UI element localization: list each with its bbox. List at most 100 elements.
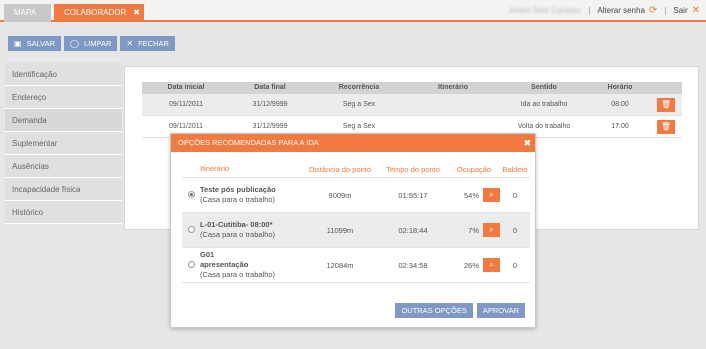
option-name: L-01-Cutitiba- 08:00* [200, 220, 273, 229]
save-label: SALVAR [26, 39, 56, 48]
delete-row-button[interactable]: 🗑 [657, 119, 675, 134]
exit-icon[interactable]: ✕ [692, 4, 700, 18]
other-options-button[interactable]: OUTRAS OPÇÕES [395, 303, 473, 318]
option-ocupacao-value: 54% [463, 190, 479, 200]
option-baldeio: 0 [512, 190, 518, 200]
table-header: Data inicial Data final Recorrência Itin… [142, 82, 682, 94]
option-itinerario: G01 apresentação (Casa para o trabalho) [200, 250, 302, 280]
refresh-icon[interactable]: ⟳ [649, 4, 657, 18]
close-button[interactable]: ✕ FECHAR [120, 36, 175, 51]
header-tempo: Tempo do ponto [386, 164, 440, 174]
header-recorrencia: Recorrência [338, 84, 380, 91]
sidebar-item-suplementar[interactable]: Suplementar [5, 132, 122, 155]
sidebar-item-endereco[interactable]: Endereço [5, 86, 122, 109]
header-itinerario: Itinerário [200, 164, 230, 173]
top-bar: MAPA COLABORADOR ✖ André Reis Cardoso | … [0, 0, 706, 22]
option-baldeio: 0 [512, 225, 518, 235]
option-row[interactable]: Teste pós publicação (Casa para o trabalh… [182, 178, 530, 213]
header-baldeio: Baldeio [502, 164, 528, 174]
close-tab-icon[interactable]: ✖ [133, 4, 140, 22]
tab-mapa[interactable]: MAPA [4, 4, 51, 22]
option-radio[interactable] [187, 190, 195, 198]
option-sub: (Casa para o trabalho) [200, 270, 276, 279]
cell-recorrencia: Seg a Sex [342, 123, 376, 130]
user-area: André Reis Cardoso | Alterar senha ⟳ | S… [509, 4, 700, 18]
sidebar-item-incapacidade[interactable]: Incapacidade física [5, 178, 122, 201]
search-icon[interactable]: ⌕ [483, 223, 500, 237]
option-radio[interactable] [187, 225, 195, 233]
cell-sentido: Volta do trabalho [517, 123, 571, 130]
change-password-link[interactable]: Alterar senha [597, 4, 645, 18]
tab-colaborador[interactable]: COLABORADOR ✖ [54, 4, 144, 22]
option-itinerario: L-01-Cutitiba- 08:00* (Casa para o trabal… [200, 220, 302, 240]
clear-label: LIMPAR [84, 39, 112, 48]
header-ocupacao: Ocupação [456, 164, 492, 174]
option-distancia: 9009m [328, 190, 352, 200]
option-radio[interactable] [187, 260, 195, 268]
header-itinerario: Itinerário [438, 84, 468, 91]
header-distancia: Distância do ponto [308, 164, 372, 174]
option-ocupacao: 54% ⌕ [448, 188, 500, 202]
option-tempo: 02:34:58 [398, 260, 428, 270]
header-actions [650, 82, 682, 94]
modal-close-icon[interactable]: ✖ [523, 134, 531, 152]
save-button[interactable]: ▣ SALVAR [8, 36, 62, 51]
option-ocupacao-value: 26% [463, 260, 479, 270]
modal-footer: OUTRAS OPÇÕES APROVAR [395, 303, 525, 318]
option-radio-cell [182, 225, 200, 235]
option-distancia: 12084m [326, 260, 354, 270]
cell-horario: 08:00 [611, 101, 629, 108]
option-radio-cell [182, 260, 200, 270]
recommended-options-modal: OPÇÕES RECOMENDADAS PARA A IDA ✖ Itinerá… [170, 133, 536, 328]
clear-icon: ◯ [70, 39, 79, 48]
delete-row-button[interactable]: 🗑 [657, 97, 675, 112]
exit-link[interactable]: Sair [673, 4, 687, 18]
separator: | [588, 6, 591, 15]
sidebar: Identificação Endereço Demanda Suplement… [5, 63, 122, 224]
cell-recorrencia: Seg a Sex [342, 101, 376, 108]
option-itinerario: Teste pós publicação (Casa para o trabalh… [200, 185, 302, 205]
sidebar-item-ausencias[interactable]: Ausências [5, 155, 122, 178]
tab-mapa-label: MAPA [14, 8, 37, 17]
option-row[interactable]: L-01-Cutitiba- 08:00* (Casa para o trabal… [182, 213, 530, 248]
sidebar-item-demanda[interactable]: Demanda [5, 109, 122, 132]
option-ocupacao-value: 7% [468, 225, 479, 235]
user-name: André Reis Cardoso [509, 6, 582, 15]
cell-actions: 🗑 [650, 97, 682, 112]
cell-data-final: 31/12/9999 [252, 101, 288, 108]
option-ocupacao: 7% ⌕ [448, 223, 500, 237]
save-icon: ▣ [14, 39, 22, 48]
option-sub: (Casa para o trabalho) [200, 230, 276, 239]
clear-button[interactable]: ◯ LIMPAR [64, 36, 118, 51]
cell-data-inicial: 09/11/2011 [169, 101, 203, 108]
option-sub: (Casa para o trabalho) [200, 195, 276, 204]
cell-actions: 🗑 [650, 119, 682, 134]
header-data-inicial: Data inicial [167, 84, 205, 91]
table-row[interactable]: 09/11/2011 31/12/9999 Seg a Sex Ida ao t… [142, 94, 682, 116]
tab-colaborador-label: COLABORADOR [64, 8, 127, 17]
cell-sentido: Ida ao trabalho [520, 101, 568, 108]
option-radio-cell [182, 190, 200, 200]
cell-data-inicial: 09/11/2011 [169, 123, 203, 130]
separator: | [664, 6, 667, 15]
approve-button[interactable]: APROVAR [476, 303, 525, 318]
options-table: Itinerário Distância do ponto Tempo do p… [182, 161, 530, 283]
option-tempo: 02:18:44 [398, 225, 428, 235]
close-label: FECHAR [138, 39, 169, 48]
options-header: Itinerário Distância do ponto Tempo do p… [182, 161, 530, 178]
option-name: G01 apresentação [200, 250, 249, 269]
modal-header: OPÇÕES RECOMENDADAS PARA A IDA ✖ [171, 134, 535, 152]
toolbar: ▣ SALVAR ◯ LIMPAR ✕ FECHAR [8, 36, 175, 51]
search-icon[interactable]: ⌕ [483, 188, 500, 202]
option-row[interactable]: G01 apresentação (Casa para o trabalho) 1… [182, 248, 530, 283]
option-distancia: 11099m [326, 225, 354, 235]
option-tempo: 01:55:17 [398, 190, 428, 200]
sidebar-item-historico[interactable]: Histórico [5, 201, 122, 224]
modal-title: OPÇÕES RECOMENDADAS PARA A IDA [178, 138, 319, 147]
header-horario: Horário [607, 84, 633, 91]
header-sentido: Sentido [531, 84, 557, 91]
cell-horario: 17:00 [611, 123, 629, 130]
search-icon[interactable]: ⌕ [483, 258, 500, 272]
sidebar-item-identificacao[interactable]: Identificação [5, 63, 122, 86]
header-data-final: Data final [254, 84, 286, 91]
